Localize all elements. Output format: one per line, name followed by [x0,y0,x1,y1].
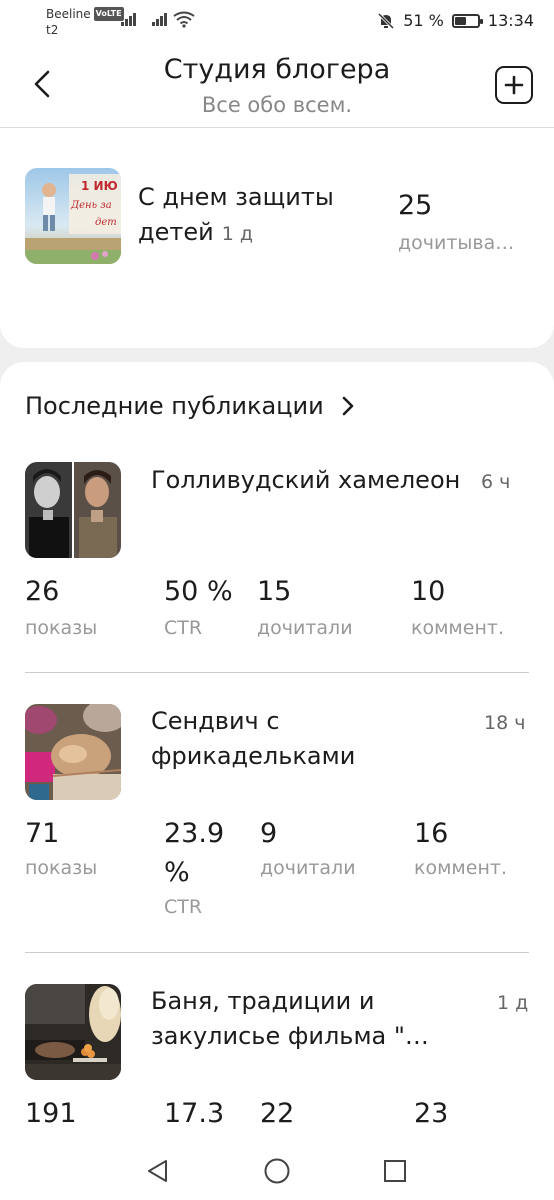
publication-title[interactable]: С днем защиты детей 1 д [138,180,378,252]
chevron-right-icon [342,396,353,416]
add-publication-button[interactable] [495,66,533,104]
publication-title-line: фрикадельками [151,742,356,770]
carrier-name: Beeline [46,7,91,21]
ctr-label: CTR [164,617,203,639]
page-subtitle: Все обо всем. [201,93,353,117]
publication-age: 18 ч [484,712,526,734]
battery-icon [451,13,483,28]
recent-publications-link[interactable]: Последние публикации [25,392,354,420]
app-header: Студия блогера Все обо всем. [0,44,554,128]
comments-value: 10 [411,576,446,607]
comments-value: 16 [414,818,449,849]
reads-value: 9 [260,818,278,849]
divider [25,952,529,953]
ctr-label: CTR [164,896,203,918]
publication-age: 1 д [497,992,529,1014]
comments-label: коммент. [411,617,504,639]
mute-bell-icon [378,12,395,29]
views-label: показы [25,857,98,879]
publication-age: 6 ч [481,471,511,493]
publication-title-line: закулисье фильма "… [151,1022,429,1050]
square-recent-icon [384,1160,406,1182]
thumb-text-2: День за [70,200,112,211]
reads-value: 15 [257,576,292,607]
publication-thumbnail[interactable] [25,704,121,800]
triangle-back-icon [148,1160,167,1182]
clock: 13:34 [487,11,534,30]
signal-icon-2 [152,12,167,26]
wifi-icon [173,11,195,28]
publication-age: 1 д [221,223,253,245]
views-label: показы [25,617,98,639]
publication-thumbnail[interactable] [25,984,121,1080]
comments-value: 23 [414,1098,449,1129]
reads-value: 25 [398,190,433,221]
system-nav-bar [0,1140,554,1200]
page-title: Студия блогера [163,54,391,85]
circle-home-icon [264,1158,290,1184]
publication-thumbnail[interactable]: 1 ИЮ День за дет [25,168,121,264]
nav-recent-button[interactable] [380,1156,410,1186]
thumb-text-3: дет [95,217,117,228]
volte-badge: VoLTE [93,7,124,21]
carrier-info: Beeline VoLTE t2 [46,7,124,37]
reads-label: дочитыва… [398,232,515,254]
ctr-value: 17.3 [164,1098,225,1129]
comments-label: коммент. [414,857,507,879]
carrier-name-2: t2 [46,23,59,37]
views-value: 191 [25,1098,77,1129]
signal-icon [121,12,136,26]
recent-publications-card: Последние публикации Голливудский хамеле… [0,362,554,1200]
nav-back-button[interactable] [143,1156,173,1186]
plus-icon [504,75,524,95]
divider [25,672,529,673]
publication-title[interactable]: Баня, традиции и закулисье фильма "… [151,984,471,1054]
ctr-value: 23.9 [164,818,225,849]
views-value: 26 [25,576,60,607]
reads-value: 22 [260,1098,295,1129]
battery-percent: 51 % [403,11,444,30]
status-bar: Beeline VoLTE t2 51 % 13:34 [0,0,554,44]
publication-title[interactable]: Сендвич с фрикадельками [151,704,451,774]
publication-thumbnail[interactable] [25,462,121,558]
reads-label: дочитали [260,857,356,879]
ctr-value-unit: % [164,857,190,888]
publication-title-line: Баня, традиции и [151,987,375,1015]
section-title: Последние публикации [25,392,324,420]
top-publication-card[interactable]: 1 ИЮ День за дет С днем защиты детей 1 д … [0,128,554,348]
publication-title-line: Сендвич с [151,707,280,735]
ctr-value: 50 % [164,576,233,607]
views-value: 71 [25,818,60,849]
nav-home-button[interactable] [262,1156,292,1186]
thumb-text-1: 1 ИЮ [81,179,118,193]
reads-label: дочитали [257,617,353,639]
publication-title[interactable]: Голливудский хамелеон [151,463,471,498]
